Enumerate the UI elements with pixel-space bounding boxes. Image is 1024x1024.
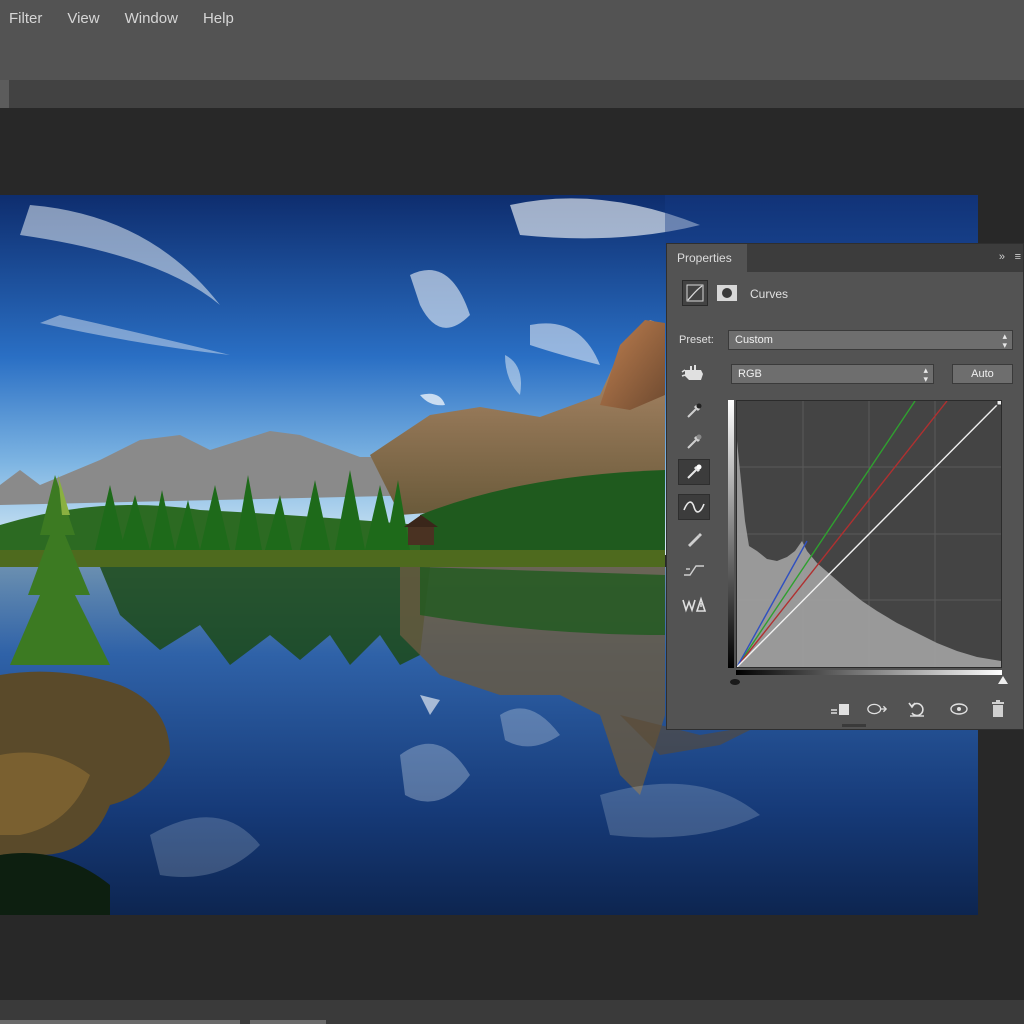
auto-button[interactable]: Auto: [952, 364, 1013, 384]
curves-graph[interactable]: [736, 399, 1003, 668]
black-point-eyedropper-icon[interactable]: [678, 398, 710, 424]
status-segment: [250, 1020, 326, 1024]
white-input-slider[interactable]: [998, 676, 1008, 684]
channel-dropdown[interactable]: RGB ▴ ▾: [731, 364, 934, 384]
menu-view[interactable]: View: [67, 10, 99, 27]
histogram-curve-plot: [736, 399, 1003, 668]
trash-icon[interactable]: [987, 698, 1009, 720]
channel-value: RGB: [738, 368, 762, 380]
status-bar: [0, 1000, 1024, 1024]
preset-dropdown[interactable]: Custom ▴ ▾: [728, 330, 1013, 350]
collapse-panel-button[interactable]: »: [999, 251, 1005, 263]
dropdown-arrows-icon: ▴ ▾: [1002, 331, 1007, 350]
options-bar: [0, 36, 1024, 81]
curves-adjustment-icon[interactable]: [682, 280, 708, 306]
menu-help[interactable]: Help: [203, 10, 234, 27]
dropdown-arrows-icon: ▴ ▾: [923, 365, 928, 384]
clip-to-layer-icon[interactable]: [829, 698, 851, 720]
white-point-eyedropper-icon[interactable]: [678, 459, 710, 485]
menu-filter[interactable]: Filter: [9, 10, 42, 27]
gray-point-eyedropper-icon[interactable]: [678, 429, 710, 455]
layer-mask-icon[interactable]: [714, 280, 740, 306]
status-segment: [0, 1020, 240, 1024]
document-tab-strip: [0, 80, 1024, 108]
panel-menu-button[interactable]: ≡: [1015, 251, 1021, 263]
visibility-icon[interactable]: [948, 698, 970, 720]
menu-bar: Filter View Window Help: [0, 0, 1024, 36]
curve-points-icon[interactable]: [678, 494, 710, 520]
pencil-icon[interactable]: [678, 526, 710, 552]
black-input-slider[interactable]: [730, 679, 740, 685]
preset-label: Preset:: [679, 334, 714, 346]
smooth-icon[interactable]: [678, 557, 710, 583]
output-gradient-bar: [728, 400, 734, 668]
panel-header: Properties » ≡: [667, 244, 1023, 272]
reset-icon[interactable]: [906, 698, 928, 720]
preset-value: Custom: [735, 334, 773, 346]
clipping-warning-icon[interactable]: [678, 592, 710, 618]
input-gradient-bar: [736, 670, 1002, 675]
adjustment-title: Curves: [750, 287, 789, 301]
panel-resize-handle[interactable]: [842, 724, 866, 727]
menu-window[interactable]: Window: [125, 10, 178, 27]
on-image-adjust-icon[interactable]: [678, 360, 710, 386]
view-previous-icon[interactable]: [866, 698, 888, 720]
document-tab[interactable]: [0, 80, 9, 108]
properties-tab[interactable]: Properties: [667, 244, 747, 272]
